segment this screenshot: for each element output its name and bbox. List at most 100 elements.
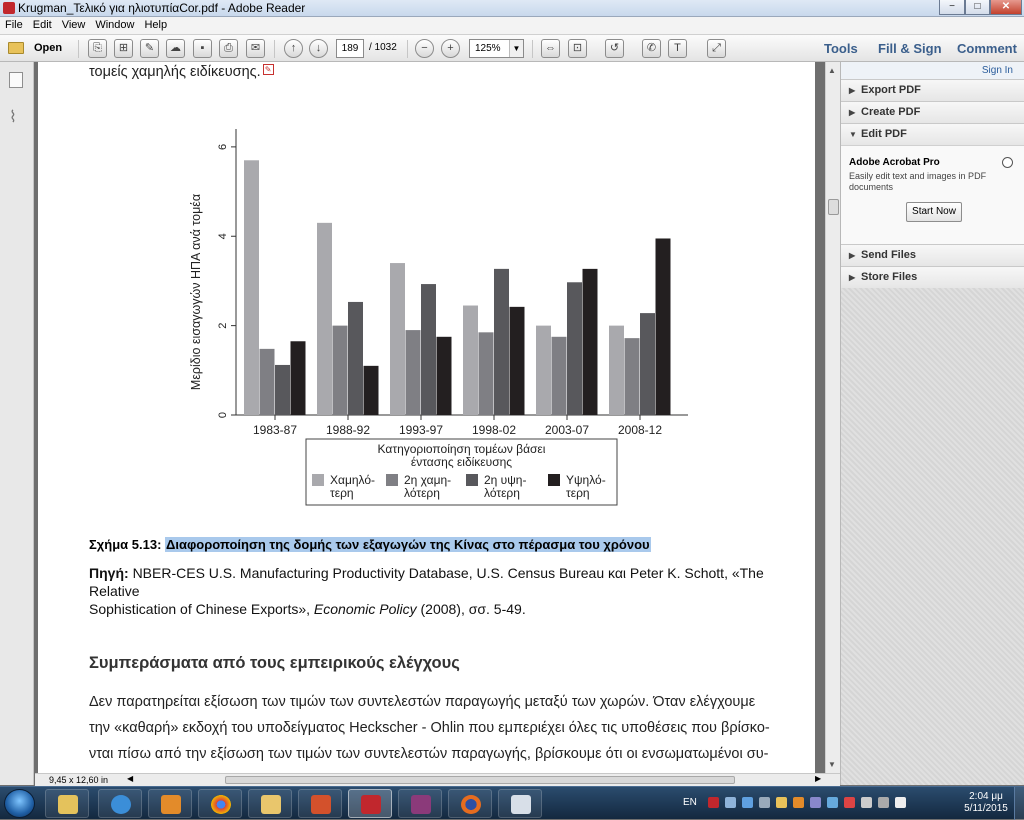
security-tray-icon[interactable] [844,797,855,808]
start-now-button[interactable]: Start Now [906,202,962,222]
tab-fill-sign[interactable]: Fill & Sign [878,41,942,56]
update-tray-icon[interactable] [793,797,804,808]
media-taskbar-button[interactable] [148,789,192,818]
menu-window[interactable]: Window [90,17,139,31]
bar [405,330,421,415]
figure-number: Σχήμα 5.13: [89,537,162,552]
menu-help[interactable]: Help [139,17,172,31]
language-indicator[interactable]: EN [683,797,697,808]
network-tray-icon[interactable] [725,797,736,808]
tools-pane: Sign In ▶ Export PDF ▶ Create PDF ▼ Edit PD… [840,62,1024,785]
app-tray-icon[interactable] [810,797,821,808]
flag-icon[interactable] [895,797,906,808]
pin-icon[interactable] [1002,157,1013,168]
scroll-down-icon[interactable]: ▼ [828,760,836,769]
section-label: Send Files [861,249,917,261]
display-tray-icon[interactable] [878,797,889,808]
menu-view[interactable]: View [57,17,91,31]
rotate-icon[interactable]: ↺ [605,39,624,58]
edit-pdf-section[interactable]: ▼ Edit PDF [841,123,1024,145]
legend-swatch [548,474,560,486]
bar [317,222,332,415]
email-icon[interactable]: ✉ [246,39,265,58]
full-screen-icon[interactable]: ⤢ [707,39,726,58]
edit-document-icon[interactable]: ✎ [140,39,159,58]
page-thumbnails-icon[interactable] [9,72,23,88]
tab-comment[interactable]: Comment [957,41,1017,56]
system-tray [708,797,958,811]
outlook-taskbar-button[interactable] [248,789,292,818]
chevron-right-icon: ▶ [849,251,856,260]
folder-icon [8,42,24,54]
x-tick-label: 2003-07 [545,423,589,437]
explorer-taskbar-button[interactable] [45,789,89,818]
menu-file[interactable]: File [0,17,28,31]
fit-width-icon[interactable]: ⇔ [541,39,560,58]
editor-taskbar-button[interactable] [398,789,442,818]
minimize-button[interactable]: − [939,0,965,15]
maximize-button[interactable]: □ [965,0,990,15]
ie-taskbar-button[interactable] [98,789,142,818]
previous-page-icon[interactable]: ↑ [284,39,303,58]
page-number-input[interactable]: 189 [336,39,364,58]
horizontal-scroll-thumb[interactable] [225,776,735,784]
bar [567,282,582,415]
zoom-out-icon[interactable]: − [415,39,434,58]
save-icon[interactable]: ▪ [193,39,212,58]
x-tick-label: 1983-87 [253,423,297,437]
legend-title: Κατηγοριοποίηση τομέων βάσει [378,442,546,456]
vertical-scrollbar[interactable]: ▲ ▼ [825,62,840,773]
send-files-section[interactable]: ▶ Send Files [841,244,1024,266]
combine-files-icon[interactable]: ⊞ [114,39,133,58]
chevron-down-icon: ▼ [849,130,857,139]
legend-label: τερη [566,486,590,500]
adobe-reader-icon [3,2,15,14]
cloud-tray-icon[interactable] [742,797,753,808]
firefox-taskbar-button[interactable] [448,789,492,818]
print-icon[interactable]: ⎙ [219,39,238,58]
scroll-up-icon[interactable]: ▲ [828,66,836,75]
zoom-select[interactable]: 125% ▼ [469,39,524,58]
open-button[interactable]: Open [6,38,68,58]
show-desktop-button[interactable] [1014,787,1024,820]
title-bar: Krugman_Τελικό για ηλιοτυπίαCor.pdf - Ad… [0,0,1024,17]
snipping-tool-icon [511,795,531,814]
create-pdf-icon[interactable]: ⎘ [88,39,107,58]
scroll-left-icon[interactable]: ◀ [127,774,133,783]
snipping-taskbar-button[interactable] [498,789,542,818]
fit-page-icon[interactable]: ⊡ [568,39,587,58]
y-tick-label: 4 [217,233,229,239]
chrome-taskbar-button[interactable] [198,789,242,818]
highlight-icon[interactable]: T [668,39,687,58]
mail-tray-icon[interactable] [776,797,787,808]
office-taskbar-button[interactable] [298,789,342,818]
tab-tools[interactable]: Tools [824,41,858,56]
close-button[interactable]: ✕ [990,0,1022,15]
export-pdf-section[interactable]: ▶ Export PDF [841,79,1024,101]
bar [436,336,452,415]
volume-icon[interactable] [861,797,872,808]
bluetooth-tray-icon[interactable] [827,797,838,808]
page-total: / 1032 [369,42,397,53]
note-icon[interactable]: ✎ [262,64,274,75]
acrobat-tray-icon[interactable] [708,797,719,808]
create-pdf-section[interactable]: ▶ Create PDF [841,101,1024,123]
figure-title[interactable]: Διαφοροποίηση της δομής των εξαγωγών της… [165,537,651,552]
next-page-icon[interactable]: ↓ [309,39,328,58]
menu-edit[interactable]: Edit [28,17,57,31]
scroll-right-icon[interactable]: ▶ [815,774,821,783]
bar [582,268,598,415]
start-button[interactable] [4,789,35,818]
clock[interactable]: 2:04 μμ 5/11/2015 [962,791,1010,815]
zoom-in-icon[interactable]: + [441,39,460,58]
upload-cloud-icon[interactable]: ☁ [166,39,185,58]
store-files-section[interactable]: ▶ Store Files [841,266,1024,288]
sign-in-link[interactable]: Sign In [841,62,1024,79]
adobe-reader-taskbar-button[interactable] [348,789,392,818]
comment-icon[interactable]: ✆ [642,39,661,58]
scroll-thumb[interactable] [828,199,839,215]
attachments-icon[interactable]: ⌇ [9,107,23,126]
chevron-down-icon[interactable]: ▼ [509,40,523,57]
usb-tray-icon[interactable] [759,797,770,808]
internet-explorer-icon [111,795,131,814]
